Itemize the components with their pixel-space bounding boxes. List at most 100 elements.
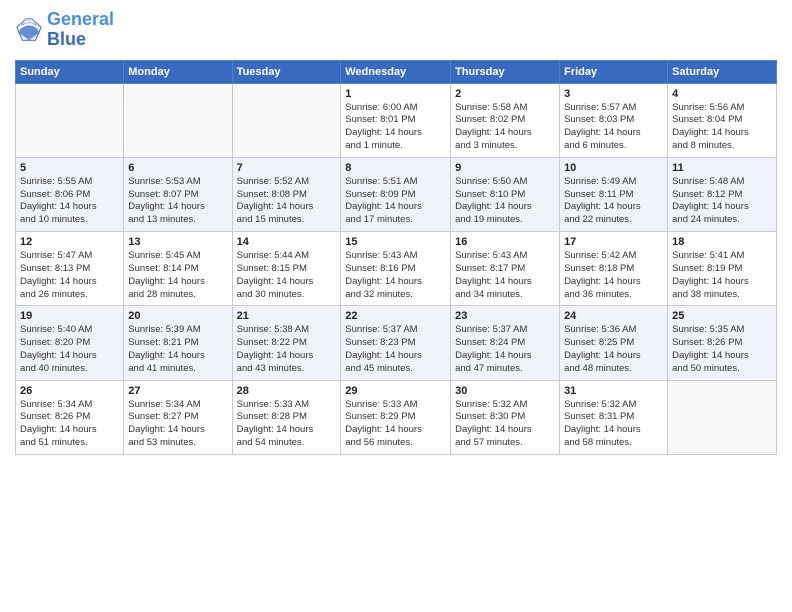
day-info: Sunrise: 5:37 AM Sunset: 8:23 PM Dayligh… bbox=[345, 324, 446, 375]
calendar-cell: 8 Sunrise: 5:51 AM Sunset: 8:09 PM Daylig… bbox=[341, 157, 451, 231]
weekday-header: Wednesday bbox=[341, 60, 451, 83]
calendar-cell: 25Sunrise: 5:35 AM Sunset: 8:26 PM Dayli… bbox=[668, 306, 777, 380]
day-number: 11 bbox=[672, 162, 772, 174]
day-number: 19 bbox=[20, 310, 119, 322]
logo-text: GeneralBlue bbox=[47, 10, 114, 50]
day-number: 24 bbox=[564, 310, 663, 322]
calendar-cell: 3 Sunrise: 5:57 AM Sunset: 8:03 PM Daylig… bbox=[560, 83, 668, 157]
calendar-cell: 18 Sunrise: 5:41 AM Sunset: 8:19 PM Dayli… bbox=[668, 232, 777, 306]
day-info: Sunrise: 5:43 AM Sunset: 8:16 PM Dayligh… bbox=[345, 250, 446, 301]
day-info: Sunrise: 5:32 AM Sunset: 8:30 PM Dayligh… bbox=[455, 399, 555, 450]
calendar-cell: 15Sunrise: 5:43 AM Sunset: 8:16 PM Dayli… bbox=[341, 232, 451, 306]
day-number: 29 bbox=[345, 385, 446, 397]
day-info: Sunrise: 5:42 AM Sunset: 8:18 PM Dayligh… bbox=[564, 250, 663, 301]
day-number: 10 bbox=[564, 162, 663, 174]
calendar-cell: 17Sunrise: 5:42 AM Sunset: 8:18 PM Dayli… bbox=[560, 232, 668, 306]
day-info: Sunrise: 5:38 AM Sunset: 8:22 PM Dayligh… bbox=[237, 324, 337, 375]
logo-icon bbox=[15, 16, 43, 44]
day-info: Sunrise: 5:43 AM Sunset: 8:17 PM Dayligh… bbox=[455, 250, 555, 301]
day-info: Sunrise: 5:53 AM Sunset: 8:07 PM Dayligh… bbox=[128, 176, 227, 227]
weekday-header: Thursday bbox=[451, 60, 560, 83]
calendar-cell: 10 Sunrise: 5:49 AM Sunset: 8:11 PM Dayli… bbox=[560, 157, 668, 231]
calendar-cell: 24 Sunrise: 5:36 AM Sunset: 8:25 PM Dayli… bbox=[560, 306, 668, 380]
day-number: 22 bbox=[345, 310, 446, 322]
calendar-cell: 29 Sunrise: 5:33 AM Sunset: 8:29 PM Dayli… bbox=[341, 380, 451, 454]
day-number: 3 bbox=[564, 88, 663, 100]
day-number: 31 bbox=[564, 385, 663, 397]
day-number: 16 bbox=[455, 236, 555, 248]
calendar-cell: 9 Sunrise: 5:50 AM Sunset: 8:10 PM Daylig… bbox=[451, 157, 560, 231]
day-info: Sunrise: 5:33 AM Sunset: 8:29 PM Dayligh… bbox=[345, 399, 446, 450]
day-info: Sunrise: 5:40 AM Sunset: 8:20 PM Dayligh… bbox=[20, 324, 119, 375]
calendar-cell: 6 Sunrise: 5:53 AM Sunset: 8:07 PM Daylig… bbox=[124, 157, 232, 231]
day-info: Sunrise: 5:33 AM Sunset: 8:28 PM Dayligh… bbox=[237, 399, 337, 450]
day-info: Sunrise: 5:49 AM Sunset: 8:11 PM Dayligh… bbox=[564, 176, 663, 227]
calendar-cell bbox=[232, 83, 341, 157]
day-number: 18 bbox=[672, 236, 772, 248]
day-info: Sunrise: 5:34 AM Sunset: 8:27 PM Dayligh… bbox=[128, 399, 227, 450]
day-info: Sunrise: 5:34 AM Sunset: 8:26 PM Dayligh… bbox=[20, 399, 119, 450]
calendar-cell bbox=[668, 380, 777, 454]
calendar-cell: 14Sunrise: 5:44 AM Sunset: 8:15 PM Dayli… bbox=[232, 232, 341, 306]
calendar-cell: 12 Sunrise: 5:47 AM Sunset: 8:13 PM Dayli… bbox=[16, 232, 124, 306]
day-number: 9 bbox=[455, 162, 555, 174]
calendar: SundayMondayTuesdayWednesdayThursdayFrid… bbox=[15, 60, 777, 455]
calendar-cell: 2 Sunrise: 5:58 AM Sunset: 8:02 PM Daylig… bbox=[451, 83, 560, 157]
day-number: 20 bbox=[128, 310, 227, 322]
day-info: Sunrise: 6:00 AM Sunset: 8:01 PM Dayligh… bbox=[345, 102, 446, 153]
day-number: 6 bbox=[128, 162, 227, 174]
day-number: 8 bbox=[345, 162, 446, 174]
day-number: 12 bbox=[20, 236, 119, 248]
day-number: 28 bbox=[237, 385, 337, 397]
calendar-cell: 7 Sunrise: 5:52 AM Sunset: 8:08 PM Daylig… bbox=[232, 157, 341, 231]
calendar-cell: 23 Sunrise: 5:37 AM Sunset: 8:24 PM Dayli… bbox=[451, 306, 560, 380]
day-info: Sunrise: 5:32 AM Sunset: 8:31 PM Dayligh… bbox=[564, 399, 663, 450]
calendar-cell: 31 Sunrise: 5:32 AM Sunset: 8:31 PM Dayli… bbox=[560, 380, 668, 454]
weekday-header: Sunday bbox=[16, 60, 124, 83]
day-info: Sunrise: 5:57 AM Sunset: 8:03 PM Dayligh… bbox=[564, 102, 663, 153]
calendar-cell: 20Sunrise: 5:39 AM Sunset: 8:21 PM Dayli… bbox=[124, 306, 232, 380]
calendar-cell: 28 Sunrise: 5:33 AM Sunset: 8:28 PM Dayli… bbox=[232, 380, 341, 454]
calendar-week-row: 12 Sunrise: 5:47 AM Sunset: 8:13 PM Dayli… bbox=[16, 232, 777, 306]
header: GeneralBlue bbox=[15, 10, 777, 50]
day-number: 7 bbox=[237, 162, 337, 174]
calendar-cell: 27 Sunrise: 5:34 AM Sunset: 8:27 PM Dayli… bbox=[124, 380, 232, 454]
day-info: Sunrise: 5:51 AM Sunset: 8:09 PM Dayligh… bbox=[345, 176, 446, 227]
day-info: Sunrise: 5:41 AM Sunset: 8:19 PM Dayligh… bbox=[672, 250, 772, 301]
calendar-week-row: 5Sunrise: 5:55 AM Sunset: 8:06 PM Daylig… bbox=[16, 157, 777, 231]
calendar-week-row: 19 Sunrise: 5:40 AM Sunset: 8:20 PM Dayli… bbox=[16, 306, 777, 380]
calendar-week-row: 26 Sunrise: 5:34 AM Sunset: 8:26 PM Dayli… bbox=[16, 380, 777, 454]
day-number: 23 bbox=[455, 310, 555, 322]
day-number: 1 bbox=[345, 88, 446, 100]
day-number: 26 bbox=[20, 385, 119, 397]
day-info: Sunrise: 5:36 AM Sunset: 8:25 PM Dayligh… bbox=[564, 324, 663, 375]
day-number: 21 bbox=[237, 310, 337, 322]
calendar-cell: 22 Sunrise: 5:37 AM Sunset: 8:23 PM Dayli… bbox=[341, 306, 451, 380]
weekday-header: Friday bbox=[560, 60, 668, 83]
calendar-cell: 19 Sunrise: 5:40 AM Sunset: 8:20 PM Dayli… bbox=[16, 306, 124, 380]
day-number: 5 bbox=[20, 162, 119, 174]
day-number: 27 bbox=[128, 385, 227, 397]
calendar-cell: 30Sunrise: 5:32 AM Sunset: 8:30 PM Dayli… bbox=[451, 380, 560, 454]
weekday-header: Saturday bbox=[668, 60, 777, 83]
day-info: Sunrise: 5:45 AM Sunset: 8:14 PM Dayligh… bbox=[128, 250, 227, 301]
calendar-week-row: 1 Sunrise: 6:00 AM Sunset: 8:01 PM Daylig… bbox=[16, 83, 777, 157]
day-number: 2 bbox=[455, 88, 555, 100]
calendar-cell: 26 Sunrise: 5:34 AM Sunset: 8:26 PM Dayli… bbox=[16, 380, 124, 454]
calendar-cell: 21 Sunrise: 5:38 AM Sunset: 8:22 PM Dayli… bbox=[232, 306, 341, 380]
day-info: Sunrise: 5:47 AM Sunset: 8:13 PM Dayligh… bbox=[20, 250, 119, 301]
page: GeneralBlue SundayMondayTuesdayWednesday… bbox=[0, 0, 792, 612]
calendar-header-row: SundayMondayTuesdayWednesdayThursdayFrid… bbox=[16, 60, 777, 83]
calendar-cell: 13 Sunrise: 5:45 AM Sunset: 8:14 PM Dayli… bbox=[124, 232, 232, 306]
day-info: Sunrise: 5:37 AM Sunset: 8:24 PM Dayligh… bbox=[455, 324, 555, 375]
calendar-cell: 4Sunrise: 5:56 AM Sunset: 8:04 PM Daylig… bbox=[668, 83, 777, 157]
day-info: Sunrise: 5:52 AM Sunset: 8:08 PM Dayligh… bbox=[237, 176, 337, 227]
weekday-header: Monday bbox=[124, 60, 232, 83]
day-info: Sunrise: 5:58 AM Sunset: 8:02 PM Dayligh… bbox=[455, 102, 555, 153]
calendar-cell: 16 Sunrise: 5:43 AM Sunset: 8:17 PM Dayli… bbox=[451, 232, 560, 306]
calendar-cell: 1 Sunrise: 6:00 AM Sunset: 8:01 PM Daylig… bbox=[341, 83, 451, 157]
calendar-cell: 5Sunrise: 5:55 AM Sunset: 8:06 PM Daylig… bbox=[16, 157, 124, 231]
day-number: 13 bbox=[128, 236, 227, 248]
logo: GeneralBlue bbox=[15, 10, 114, 50]
day-info: Sunrise: 5:50 AM Sunset: 8:10 PM Dayligh… bbox=[455, 176, 555, 227]
